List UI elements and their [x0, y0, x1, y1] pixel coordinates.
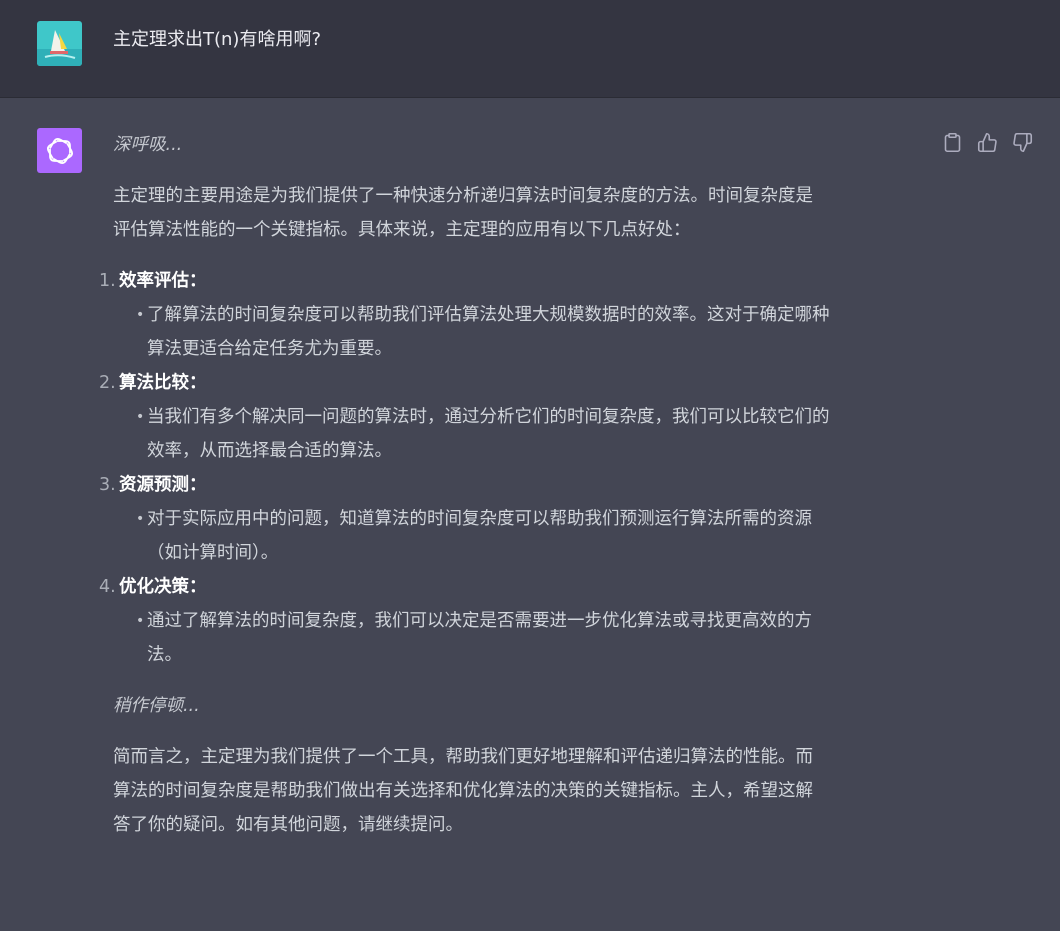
list-item-title: 算法比较： — [119, 373, 207, 393]
list-item-bullet: • 了解算法的时间复杂度可以帮助我们评估算法处理大规模数据时的效率。这对于确定哪… — [119, 298, 933, 366]
bullet-icon: • — [136, 409, 145, 425]
list-item-title: 优化决策： — [119, 577, 207, 597]
intro-action-text: 深呼吸... — [113, 135, 183, 155]
list-item: 1. 效率评估： • 了解算法的时间复杂度可以帮助我们评估算法处理大规模数据时的… — [99, 264, 933, 366]
user-message-text: 主定理求出T(n)有啥用啊? — [113, 29, 322, 50]
list-item: 4. 优化决策： • 通过了解算法的时间复杂度，我们可以决定是否需要进一步优化算… — [99, 570, 933, 672]
bullet-text: （如计算时间）。 — [147, 543, 279, 563]
paragraph-line: 算法的时间复杂度是帮助我们做出有关选择和优化算法的决策的关键指标。主人，希望这解 — [113, 781, 813, 801]
pause-action-text: 稍作停顿... — [113, 696, 200, 716]
bullet-icon: • — [136, 307, 145, 323]
paragraph-line: 简而言之，主定理为我们提供了一个工具，帮助我们更好地理解和评估递归算法的性能。而 — [113, 747, 813, 767]
paragraph-line: 主定理的主要用途是为我们提供了一种快速分析递归算法时间复杂度的方法。时间复杂度是 — [113, 186, 813, 206]
user-message-row: 主定理求出T(n)有啥用啊? — [0, 0, 1060, 98]
paragraph-line: 答了你的疑问。如有其他问题，请继续提问。 — [113, 815, 463, 835]
message-actions — [942, 132, 1033, 153]
list-item-bullet: • 对于实际应用中的问题，知道算法的时间复杂度可以帮助我们预测运行算法所需的资源… — [119, 502, 933, 570]
bullet-text: 效率，从而选择最合适的算法。 — [147, 441, 392, 461]
clipboard-icon[interactable] — [942, 132, 963, 153]
assistant-avatar — [37, 128, 82, 173]
paragraph-line: 评估算法性能的一个关键指标。具体来说，主定理的应用有以下几点好处： — [113, 220, 691, 240]
list-number: 4. — [99, 577, 116, 597]
bullet-text: 法。 — [147, 645, 182, 665]
bullet-text: 算法更适合给定任务尤为重要。 — [147, 339, 392, 359]
list-item-title: 效率评估： — [119, 271, 207, 291]
thumbs-down-icon[interactable] — [1012, 132, 1033, 153]
list-number: 1. — [99, 271, 116, 291]
list-item-bullet: • 通过了解算法的时间复杂度，我们可以决定是否需要进一步优化算法或寻找更高效的方… — [119, 604, 933, 672]
list-item: 3. 资源预测： • 对于实际应用中的问题，知道算法的时间复杂度可以帮助我们预测… — [99, 468, 933, 570]
bullet-text: 了解算法的时间复杂度可以帮助我们评估算法处理大规模数据时的效率。这对于确定哪种 — [147, 305, 830, 325]
bullet-icon: • — [136, 613, 145, 629]
assistant-message-content: 深呼吸... 主定理的主要用途是为我们提供了一种快速分析递归算法时间复杂度的方法… — [99, 128, 933, 842]
openai-logo-icon — [46, 137, 73, 164]
bullet-text: 对于实际应用中的问题，知道算法的时间复杂度可以帮助我们预测运行算法所需的资源 — [147, 509, 812, 529]
list-item-title: 资源预测： — [119, 475, 207, 495]
bullet-text: 当我们有多个解决同一问题的算法时，通过分析它们的时间复杂度，我们可以比较它们的 — [147, 407, 830, 427]
list-item-bullet: • 当我们有多个解决同一问题的算法时，通过分析它们的时间复杂度，我们可以比较它们… — [119, 400, 933, 468]
benefits-list: 1. 效率评估： • 了解算法的时间复杂度可以帮助我们评估算法处理大规模数据时的… — [99, 264, 933, 672]
list-number: 2. — [99, 373, 116, 393]
list-item: 2. 算法比较： • 当我们有多个解决同一问题的算法时，通过分析它们的时间复杂度… — [99, 366, 933, 468]
intro-paragraph: 主定理的主要用途是为我们提供了一种快速分析递归算法时间复杂度的方法。时间复杂度是… — [113, 179, 933, 247]
thumbs-up-icon[interactable] — [977, 132, 998, 153]
conclusion-paragraph: 简而言之，主定理为我们提供了一个工具，帮助我们更好地理解和评估递归算法的性能。而… — [113, 740, 933, 842]
list-number: 3. — [99, 475, 116, 495]
user-avatar — [37, 21, 82, 66]
bullet-text: 通过了解算法的时间复杂度，我们可以决定是否需要进一步优化算法或寻找更高效的方 — [147, 611, 812, 631]
assistant-message-row: 深呼吸... 主定理的主要用途是为我们提供了一种快速分析递归算法时间复杂度的方法… — [0, 98, 1060, 931]
bullet-icon: • — [136, 511, 145, 527]
